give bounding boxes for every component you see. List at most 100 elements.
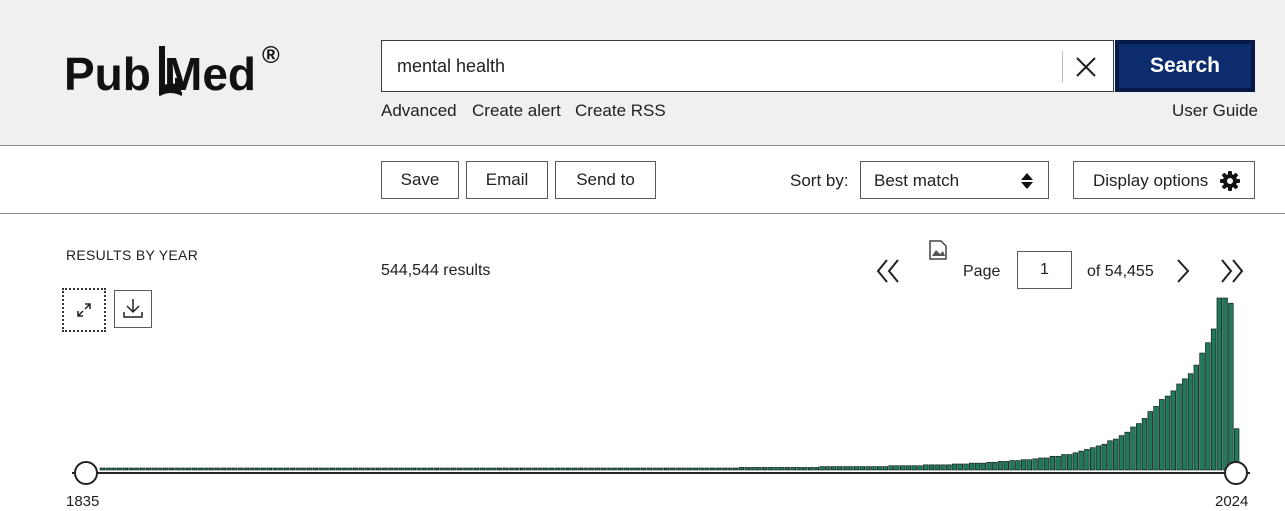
- year-bar[interactable]: [1015, 460, 1021, 471]
- year-bar[interactable]: [433, 467, 440, 471]
- year-bar[interactable]: [1124, 431, 1130, 471]
- year-bar[interactable]: [1199, 352, 1205, 471]
- year-bar[interactable]: [329, 467, 336, 471]
- year-bar[interactable]: [946, 464, 952, 471]
- year-bar[interactable]: [571, 467, 578, 471]
- year-bar[interactable]: [1130, 426, 1136, 471]
- create-alert-link[interactable]: Create alert: [472, 101, 561, 121]
- year-bar[interactable]: [899, 465, 906, 471]
- year-bar[interactable]: [502, 467, 509, 471]
- year-bar[interactable]: [951, 463, 958, 471]
- year-bar[interactable]: [272, 467, 278, 471]
- year-bar[interactable]: [1147, 411, 1153, 471]
- year-bar[interactable]: [134, 467, 140, 471]
- year-bar[interactable]: [1176, 383, 1182, 471]
- year-bar[interactable]: [853, 466, 860, 471]
- year-bar[interactable]: [704, 467, 710, 471]
- year-bar[interactable]: [1026, 459, 1033, 471]
- year-bar[interactable]: [940, 464, 946, 471]
- year-bar[interactable]: [99, 467, 106, 471]
- year-bar[interactable]: [686, 467, 693, 471]
- year-bar[interactable]: [1141, 418, 1148, 471]
- double-chevron-right-icon[interactable]: [1214, 254, 1248, 288]
- year-bar[interactable]: [174, 467, 180, 471]
- search-input[interactable]: [382, 41, 1057, 91]
- year-bar[interactable]: [1043, 457, 1050, 471]
- year-bar[interactable]: [600, 467, 606, 471]
- save-button[interactable]: Save: [381, 161, 459, 199]
- year-bar[interactable]: [1222, 297, 1228, 471]
- year-bar[interactable]: [997, 461, 1004, 471]
- year-bar[interactable]: [543, 467, 549, 471]
- year-bar[interactable]: [485, 467, 491, 471]
- year-bar[interactable]: [560, 467, 566, 471]
- year-bar[interactable]: [876, 466, 883, 471]
- year-bar[interactable]: [917, 465, 923, 471]
- year-bar[interactable]: [289, 467, 296, 471]
- year-bar[interactable]: [658, 467, 664, 471]
- year-bar[interactable]: [249, 467, 255, 471]
- year-bar[interactable]: [111, 467, 117, 471]
- year-bar[interactable]: [473, 467, 480, 471]
- year-bar[interactable]: [537, 467, 543, 471]
- year-bar[interactable]: [105, 467, 111, 471]
- year-bar[interactable]: [1078, 450, 1084, 471]
- year-bar[interactable]: [1205, 342, 1211, 471]
- year-bar[interactable]: [1072, 452, 1079, 471]
- year-bar[interactable]: [358, 467, 365, 471]
- year-bar[interactable]: [969, 462, 975, 471]
- year-bar[interactable]: [796, 467, 802, 471]
- year-bar[interactable]: [1101, 443, 1107, 471]
- year-bar[interactable]: [865, 466, 871, 471]
- year-bar[interactable]: [974, 462, 981, 471]
- year-bar[interactable]: [462, 467, 468, 471]
- year-bar[interactable]: [335, 467, 342, 471]
- year-bar[interactable]: [491, 467, 497, 471]
- year-bar[interactable]: [744, 467, 750, 471]
- year-bar[interactable]: [283, 467, 290, 471]
- year-bar[interactable]: [646, 467, 653, 471]
- year-bar[interactable]: [410, 467, 416, 471]
- year-bar[interactable]: [1159, 399, 1165, 471]
- year-bar[interactable]: [226, 467, 232, 471]
- search-button[interactable]: Search: [1115, 40, 1255, 92]
- year-bar[interactable]: [399, 467, 405, 471]
- year-bar[interactable]: [347, 467, 353, 471]
- year-bar[interactable]: [957, 463, 963, 471]
- year-bar[interactable]: [1113, 438, 1119, 471]
- year-bar[interactable]: [341, 467, 347, 471]
- year-bar[interactable]: [255, 467, 261, 471]
- year-bar[interactable]: [640, 467, 647, 471]
- year-bar[interactable]: [157, 467, 163, 471]
- year-bar[interactable]: [635, 467, 641, 471]
- year-bar[interactable]: [1061, 454, 1067, 471]
- year-bar[interactable]: [992, 461, 998, 471]
- year-bar[interactable]: [681, 467, 687, 471]
- year-bar[interactable]: [422, 467, 428, 471]
- year-bar[interactable]: [439, 467, 445, 471]
- year-bar[interactable]: [790, 467, 796, 471]
- sort-select[interactable]: Best match: [860, 161, 1049, 199]
- year-bar[interactable]: [923, 464, 929, 471]
- year-bar[interactable]: [784, 467, 791, 471]
- year-bar[interactable]: [721, 467, 727, 471]
- year-bar[interactable]: [353, 467, 359, 471]
- year-bar[interactable]: [1153, 406, 1159, 471]
- year-bar[interactable]: [583, 467, 589, 471]
- year-bar[interactable]: [848, 466, 854, 471]
- year-bar[interactable]: [151, 467, 157, 471]
- year-bar[interactable]: [295, 467, 301, 471]
- year-bar[interactable]: [836, 466, 843, 471]
- year-bar[interactable]: [715, 467, 722, 471]
- timeline-end-handle[interactable]: [1224, 461, 1248, 485]
- year-bar[interactable]: [894, 465, 900, 471]
- year-bar[interactable]: [928, 464, 935, 471]
- year-bar[interactable]: [186, 467, 192, 471]
- year-bar[interactable]: [214, 467, 221, 471]
- year-bar[interactable]: [387, 467, 393, 471]
- year-bar[interactable]: [128, 467, 134, 471]
- year-bar[interactable]: [738, 467, 745, 471]
- year-bar[interactable]: [1107, 440, 1113, 471]
- year-bar[interactable]: [1009, 460, 1015, 471]
- year-bar[interactable]: [1170, 390, 1176, 471]
